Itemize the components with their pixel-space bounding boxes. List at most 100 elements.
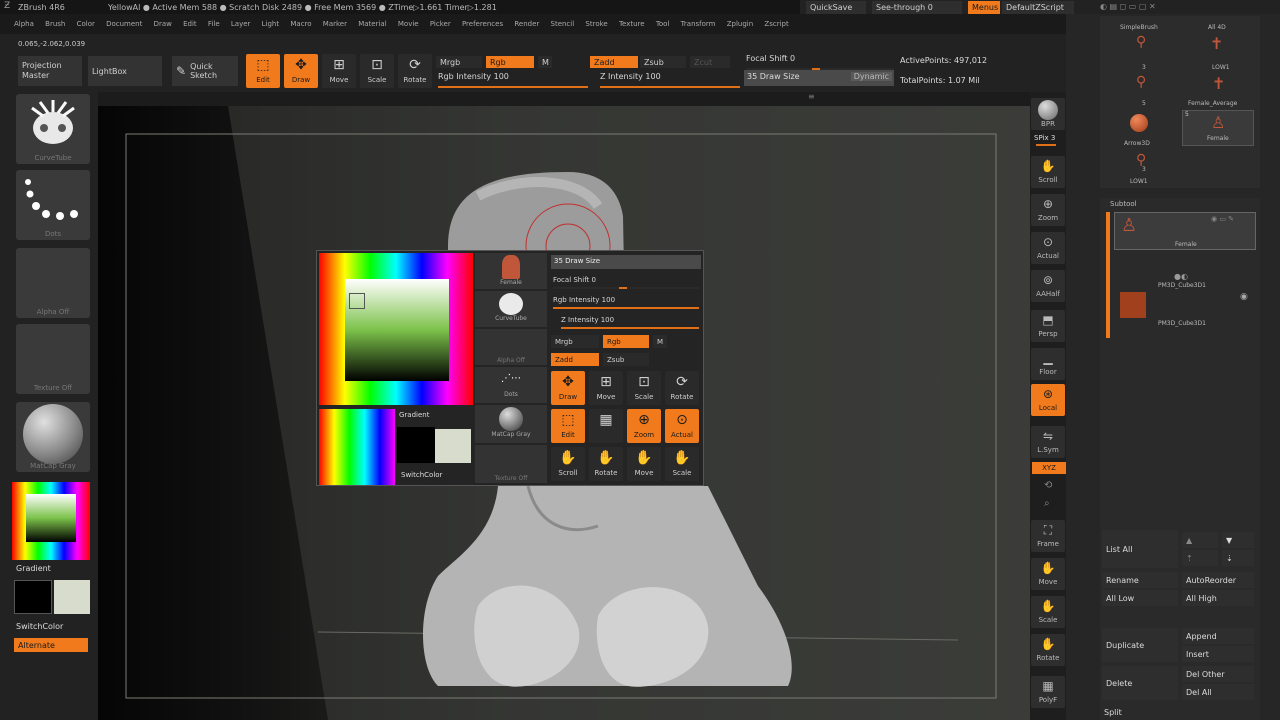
rename-button[interactable]: Rename (1102, 572, 1178, 588)
zadd-button[interactable]: Zadd (590, 56, 638, 68)
local-button[interactable]: ⊛ Local (1031, 384, 1065, 416)
popup-color-picker[interactable] (319, 253, 473, 405)
scale-view-button[interactable]: ✋ Scale (1031, 596, 1065, 628)
arrow3d-thumb-icon[interactable] (1130, 114, 1148, 132)
bpr-button[interactable]: BPR (1031, 98, 1065, 130)
menu-item[interactable]: Zplugin (727, 20, 753, 28)
popup-zsub-button[interactable]: Zsub (603, 353, 649, 366)
menu-item[interactable]: Preferences (462, 20, 503, 28)
subtool-toggle-icon[interactable]: ●◐ (1174, 272, 1188, 281)
move-up2-button[interactable]: ⇡ (1182, 550, 1218, 566)
menu-item[interactable]: Color (77, 20, 95, 28)
rgb-intensity-slider[interactable]: Rgb Intensity 100 (438, 72, 588, 88)
alternate-button[interactable]: Alternate (14, 638, 88, 652)
figure-thumb-icon[interactable]: ✝ (1212, 74, 1225, 93)
popup-main-color[interactable] (397, 427, 435, 463)
subtool-eye-icon[interactable]: ◉ (1240, 292, 1248, 302)
projection-master-button[interactable]: Projection Master (18, 56, 82, 86)
popup-move-button[interactable]: ⊞ Move (589, 371, 623, 405)
popup-mrgb-button[interactable]: Mrgb (551, 335, 599, 348)
move-up-button[interactable]: ▲ (1182, 532, 1218, 548)
del-other-button[interactable]: Del Other (1182, 666, 1254, 682)
menu-item[interactable]: Stroke (585, 20, 607, 28)
zoom-button[interactable]: ⊕ Zoom (1031, 194, 1065, 226)
default-zscript-button[interactable]: DefaultZScript (1002, 1, 1074, 14)
zcut-button[interactable]: Zcut (690, 56, 730, 68)
simplebrush-label[interactable]: SimpleBrush (1120, 24, 1158, 31)
aahalf-button[interactable]: ⊚ AAHalf (1031, 270, 1065, 302)
xyz-button[interactable]: XYZ (1032, 462, 1066, 474)
popup-secondary-color[interactable] (435, 429, 471, 463)
move-down2-button[interactable]: ⇣ (1222, 550, 1254, 566)
all3d-label[interactable]: All 4D (1208, 24, 1226, 31)
rotate-mini-icon[interactable]: ⟲ (1044, 480, 1052, 491)
popup-scale-button[interactable]: ⊡ Scale (627, 371, 661, 405)
spix-slider[interactable]: SPix 3 (1034, 134, 1055, 142)
rgb-button[interactable]: Rgb (486, 56, 534, 68)
switch-color-label[interactable]: SwitchColor (16, 622, 63, 631)
color-square[interactable] (26, 494, 76, 542)
focal-shift-slider[interactable]: Focal Shift 0 (746, 54, 894, 70)
frame-button[interactable]: ⛶ Frame (1031, 520, 1065, 552)
figure-thumb-icon[interactable]: ✝ (1210, 34, 1223, 53)
mrgb-button[interactable]: Mrgb (436, 56, 482, 68)
popup-gradient-swatch[interactable] (319, 409, 395, 485)
popup-tile-female[interactable]: Female (475, 253, 547, 289)
polyf-button[interactable]: ▦ PolyF (1031, 676, 1065, 708)
popup-tile-alpha[interactable]: Alpha Off (475, 329, 547, 365)
del-all-button[interactable]: Del All (1182, 684, 1254, 700)
popup-rgb-button[interactable]: Rgb (603, 335, 649, 348)
menu-item[interactable]: Macro (290, 20, 311, 28)
popup-z-intensity-slider[interactable]: Z Intensity 100 (561, 315, 699, 329)
menu-item[interactable]: Movie (398, 20, 419, 28)
insert-button[interactable]: Insert (1182, 646, 1254, 662)
figure-thumb-icon[interactable]: ⚲ (1136, 34, 1146, 50)
popup-focal-shift-slider[interactable]: Focal Shift 0 (553, 275, 699, 289)
dynamic-button[interactable]: Dynamic (850, 72, 892, 81)
popup-scale2-button[interactable]: ✋ Scale (665, 447, 699, 481)
search-mini-icon[interactable]: ⌕ (1044, 498, 1050, 509)
texture-tile[interactable]: Texture Off (16, 324, 90, 394)
menu-item[interactable]: Zscript (764, 20, 788, 28)
main-color-swatch[interactable] (14, 580, 52, 614)
popup-m-button[interactable]: M (653, 335, 667, 348)
z-intensity-slider[interactable]: Z Intensity 100 (600, 72, 740, 88)
menu-item[interactable]: Draw (154, 20, 172, 28)
scale-button[interactable]: ⊡ Scale (360, 54, 394, 88)
subtool-item-empty[interactable] (1114, 254, 1256, 274)
popup-switch-color[interactable]: SwitchColor (401, 471, 442, 479)
draw-size-slider[interactable]: 35 Draw Size Dynamic (744, 70, 894, 86)
popup-actual-button[interactable]: ⊙ Actual (665, 409, 699, 443)
move-button[interactable]: ⊞ Move (322, 54, 356, 88)
rotate-button[interactable]: ⟳ Rotate (398, 54, 432, 88)
menu-item[interactable]: Tool (656, 20, 670, 28)
actual-button[interactable]: ⊙ Actual (1031, 232, 1065, 264)
subtool-item-cube2[interactable]: PM3D_Cube3D1 ◉ (1114, 292, 1256, 332)
subtool-header[interactable]: Subtool (1110, 200, 1137, 208)
delete-button[interactable]: Delete (1102, 666, 1178, 700)
female-thumb-selected[interactable]: 5 ♙ Female (1182, 110, 1254, 146)
alpha-tile[interactable]: Alpha Off (16, 248, 90, 318)
lsym-button[interactable]: ⇋ L.Sym (1031, 426, 1065, 458)
menu-item[interactable]: Render (514, 20, 539, 28)
all-high-button[interactable]: All High (1182, 590, 1254, 606)
quicksave-button[interactable]: QuickSave (806, 1, 866, 14)
rotate-view-button[interactable]: ✋ Rotate (1031, 634, 1065, 666)
zsub-button[interactable]: Zsub (640, 56, 686, 68)
persp-button[interactable]: ⬒ Persp (1031, 310, 1065, 342)
subtool-item-female[interactable]: ♙ Female ◉ ▭ ✎ (1114, 212, 1256, 250)
menu-item[interactable]: Picker (430, 20, 451, 28)
menu-item[interactable]: Stencil (551, 20, 575, 28)
menu-item[interactable]: File (208, 20, 220, 28)
menus-button[interactable]: Menus (968, 1, 1000, 14)
popup-scroll-button[interactable]: ✋ Scroll (551, 447, 585, 481)
quick-sketch-button[interactable]: ✎ Quick Sketch (172, 56, 238, 86)
list-all-button[interactable]: List All (1102, 530, 1178, 568)
scroll-button[interactable]: ✋ Scroll (1031, 156, 1065, 188)
menu-item[interactable]: Light (262, 20, 279, 28)
menu-item[interactable]: Brush (45, 20, 65, 28)
popup-rgb-intensity-slider[interactable]: Rgb Intensity 100 (553, 295, 699, 309)
move-view-button[interactable]: ✋ Move (1031, 558, 1065, 590)
popup-tile-texture[interactable]: Texture Off (475, 445, 547, 483)
menu-item[interactable]: Texture (619, 20, 645, 28)
